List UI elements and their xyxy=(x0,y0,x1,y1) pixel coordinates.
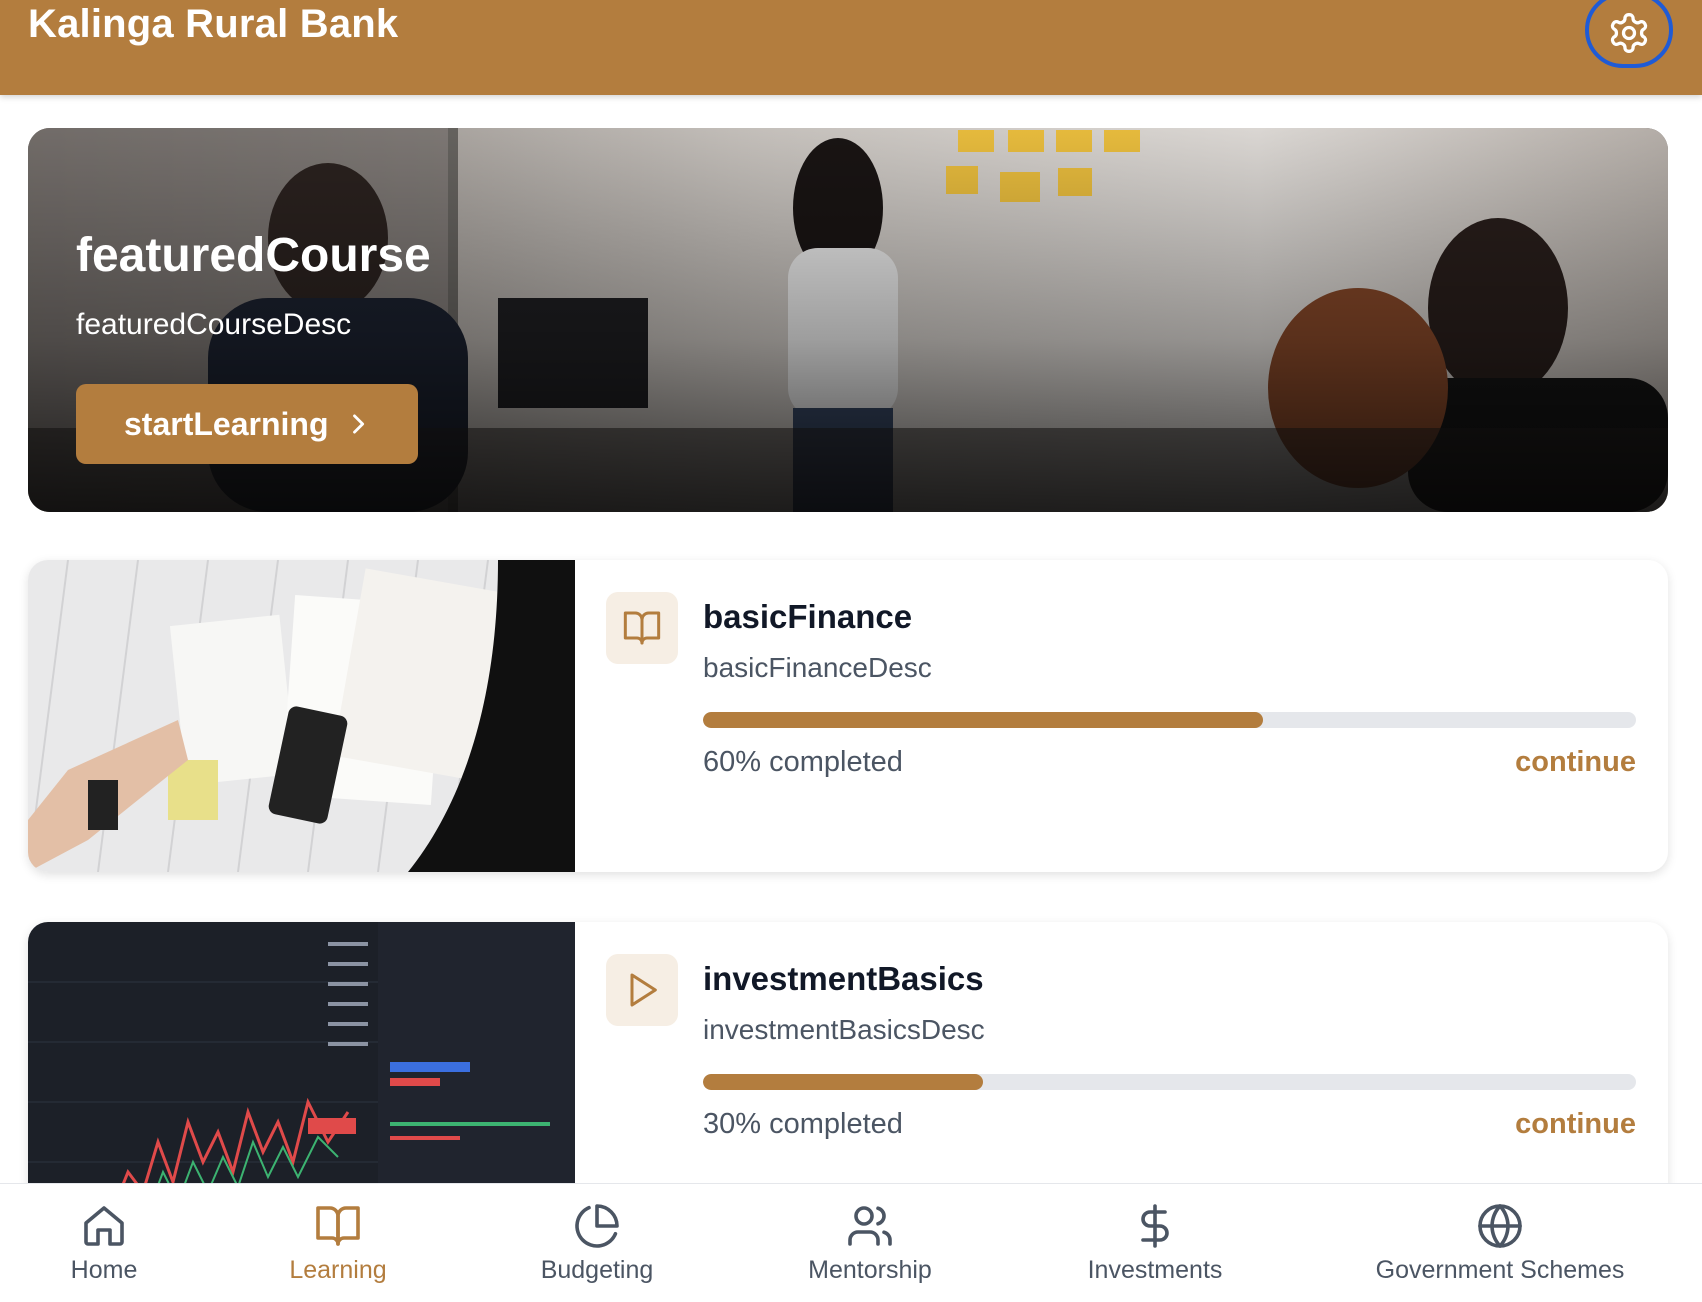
start-learning-button[interactable]: startLearning xyxy=(76,384,418,464)
globe-icon xyxy=(1478,1204,1522,1248)
nav-item-home[interactable]: Home xyxy=(54,1184,154,1302)
bottom-navigation: Home Learning Budgeting Mentorship Inves… xyxy=(0,1183,1702,1302)
course-progress-fill xyxy=(703,712,1263,728)
dollar-icon xyxy=(1141,1204,1169,1248)
nav-item-mentorship[interactable]: Mentorship xyxy=(800,1184,940,1302)
nav-item-government-schemes[interactable]: Government Schemes xyxy=(1370,1184,1630,1302)
app-title: Kalinga Rural Bank xyxy=(28,2,399,46)
nav-label: Learning xyxy=(289,1256,387,1284)
featured-course-title: featuredCourse xyxy=(76,229,431,282)
play-icon xyxy=(630,973,657,1007)
pie-chart-icon xyxy=(575,1204,619,1248)
course-description: investmentBasicsDesc xyxy=(703,1014,985,1045)
settings-button[interactable] xyxy=(1585,0,1673,68)
book-open-icon xyxy=(316,1206,360,1246)
course-card-basic-finance[interactable]: basicFinance basicFinanceDesc 60% comple… xyxy=(28,560,1668,872)
gear-icon xyxy=(1610,13,1648,53)
app-header: Kalinga Rural Bank xyxy=(0,0,1702,95)
nav-label: Government Schemes xyxy=(1375,1256,1625,1284)
featured-course-description: featuredCourseDesc xyxy=(76,308,352,341)
course-progress-label: 30% completed xyxy=(703,1108,903,1140)
course-progress-fill xyxy=(703,1074,983,1090)
nav-label: Home xyxy=(70,1256,138,1284)
book-open-icon xyxy=(623,611,661,645)
course-icon-box xyxy=(606,592,678,664)
nav-item-budgeting[interactable]: Budgeting xyxy=(527,1184,667,1302)
continue-link[interactable]: continue xyxy=(1515,746,1636,779)
continue-link[interactable]: continue xyxy=(1515,1108,1636,1141)
nav-item-investments[interactable]: Investments xyxy=(1080,1184,1230,1302)
course-icon-box xyxy=(606,954,678,1026)
course-title: investmentBasics xyxy=(703,960,984,997)
start-learning-label: startLearning xyxy=(124,405,329,442)
nav-label: Investments xyxy=(1087,1256,1223,1284)
featured-course-banner[interactable]: featuredCourse featuredCourseDesc startL… xyxy=(28,128,1668,512)
course-progress-bar xyxy=(703,712,1636,728)
users-icon xyxy=(848,1206,892,1246)
chevron-right-icon xyxy=(353,414,365,434)
course-description: basicFinanceDesc xyxy=(703,652,932,683)
nav-label: Mentorship xyxy=(808,1256,932,1284)
course-progress-label: 60% completed xyxy=(703,746,903,778)
nav-label: Budgeting xyxy=(540,1256,654,1284)
course-progress-bar xyxy=(703,1074,1636,1090)
basic-finance-photo xyxy=(28,560,575,872)
home-icon xyxy=(84,1206,124,1246)
nav-item-learning[interactable]: Learning xyxy=(278,1184,398,1302)
course-title: basicFinance xyxy=(703,598,913,635)
